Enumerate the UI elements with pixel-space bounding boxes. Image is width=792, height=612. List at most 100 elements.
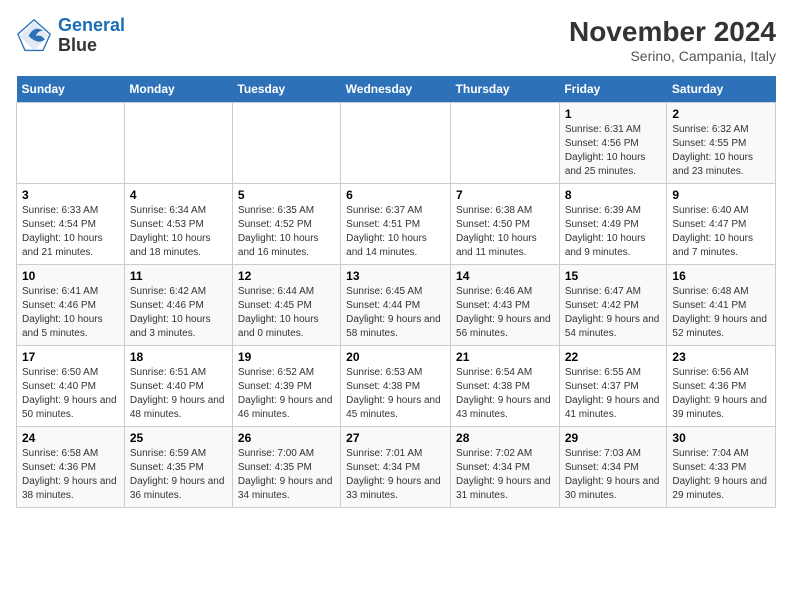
day-info: Sunrise: 6:40 AM Sunset: 4:47 PM Dayligh… — [672, 204, 770, 260]
day-number: 29 — [565, 431, 662, 445]
day-info: Sunrise: 6:41 AM Sunset: 4:46 PM Dayligh… — [22, 285, 119, 341]
calendar-cell: 2 Sunrise: 6:32 AM Sunset: 4:55 PM Daylig… — [667, 103, 776, 184]
day-info: Sunrise: 7:00 AM Sunset: 4:35 PM Dayligh… — [238, 447, 335, 503]
day-info: Sunrise: 6:45 AM Sunset: 4:44 PM Dayligh… — [346, 285, 445, 341]
day-info: Sunrise: 6:56 AM Sunset: 4:36 PM Dayligh… — [672, 366, 770, 422]
page-subtitle: Serino, Campania, Italy — [569, 48, 776, 64]
weekday-header-wednesday: Wednesday — [341, 76, 451, 103]
day-number: 12 — [238, 269, 335, 283]
calendar-table: SundayMondayTuesdayWednesdayThursdayFrid… — [16, 76, 776, 508]
day-number: 25 — [130, 431, 227, 445]
calendar-cell — [341, 103, 451, 184]
calendar-cell — [124, 103, 232, 184]
day-info: Sunrise: 6:55 AM Sunset: 4:37 PM Dayligh… — [565, 366, 662, 422]
calendar-cell: 18 Sunrise: 6:51 AM Sunset: 4:40 PM Dayli… — [124, 346, 232, 427]
logo-text: General Blue — [58, 16, 125, 56]
day-number: 3 — [22, 188, 119, 202]
weekday-header-friday: Friday — [559, 76, 667, 103]
day-info: Sunrise: 6:34 AM Sunset: 4:53 PM Dayligh… — [130, 204, 227, 260]
calendar-cell: 24Sunrise: 6:58 AM Sunset: 4:36 PM Dayli… — [17, 427, 125, 508]
day-info: Sunrise: 7:02 AM Sunset: 4:34 PM Dayligh… — [456, 447, 554, 503]
calendar-cell: 7Sunrise: 6:38 AM Sunset: 4:50 PM Daylig… — [451, 184, 560, 265]
calendar-cell: 1 Sunrise: 6:31 AM Sunset: 4:56 PM Daylig… — [559, 103, 667, 184]
day-number: 5 — [238, 188, 335, 202]
day-number: 18 — [130, 350, 227, 364]
day-number: 8 — [565, 188, 662, 202]
day-info: Sunrise: 6:39 AM Sunset: 4:49 PM Dayligh… — [565, 204, 662, 260]
day-info: Sunrise: 7:03 AM Sunset: 4:34 PM Dayligh… — [565, 447, 662, 503]
calendar-cell: 23Sunrise: 6:56 AM Sunset: 4:36 PM Dayli… — [667, 346, 776, 427]
logo: General Blue — [16, 16, 125, 56]
calendar-cell: 27Sunrise: 7:01 AM Sunset: 4:34 PM Dayli… — [341, 427, 451, 508]
calendar-cell: 14 Sunrise: 6:46 AM Sunset: 4:43 PM Dayli… — [451, 265, 560, 346]
calendar-week-1: 1 Sunrise: 6:31 AM Sunset: 4:56 PM Daylig… — [17, 103, 776, 184]
day-number: 2 — [672, 107, 770, 121]
day-info: Sunrise: 6:31 AM Sunset: 4:56 PM Dayligh… — [565, 123, 662, 179]
day-info: Sunrise: 7:04 AM Sunset: 4:33 PM Dayligh… — [672, 447, 770, 503]
calendar-week-4: 17 Sunrise: 6:50 AM Sunset: 4:40 PM Dayli… — [17, 346, 776, 427]
day-number: 28 — [456, 431, 554, 445]
day-number: 17 — [22, 350, 119, 364]
calendar-cell: 29 Sunrise: 7:03 AM Sunset: 4:34 PM Dayli… — [559, 427, 667, 508]
page-header: General Blue November 2024 Serino, Campa… — [16, 16, 776, 64]
day-info: Sunrise: 6:53 AM Sunset: 4:38 PM Dayligh… — [346, 366, 445, 422]
day-info: Sunrise: 6:47 AM Sunset: 4:42 PM Dayligh… — [565, 285, 662, 341]
day-number: 4 — [130, 188, 227, 202]
day-number: 13 — [346, 269, 445, 283]
day-number: 11 — [130, 269, 227, 283]
calendar-cell — [451, 103, 560, 184]
day-number: 22 — [565, 350, 662, 364]
calendar-header-row: SundayMondayTuesdayWednesdayThursdayFrid… — [17, 76, 776, 103]
calendar-cell: 12 Sunrise: 6:44 AM Sunset: 4:45 PM Dayli… — [232, 265, 340, 346]
day-info: Sunrise: 6:37 AM Sunset: 4:51 PM Dayligh… — [346, 204, 445, 260]
calendar-cell: 5 Sunrise: 6:35 AM Sunset: 4:52 PM Daylig… — [232, 184, 340, 265]
calendar-cell: 25Sunrise: 6:59 AM Sunset: 4:35 PM Dayli… — [124, 427, 232, 508]
day-info: Sunrise: 6:46 AM Sunset: 4:43 PM Dayligh… — [456, 285, 554, 341]
calendar-week-2: 3 Sunrise: 6:33 AM Sunset: 4:54 PM Daylig… — [17, 184, 776, 265]
day-number: 19 — [238, 350, 335, 364]
day-info: Sunrise: 6:52 AM Sunset: 4:39 PM Dayligh… — [238, 366, 335, 422]
weekday-header-saturday: Saturday — [667, 76, 776, 103]
calendar-cell: 10 Sunrise: 6:41 AM Sunset: 4:46 PM Dayli… — [17, 265, 125, 346]
weekday-header-thursday: Thursday — [451, 76, 560, 103]
calendar-cell: 22 Sunrise: 6:55 AM Sunset: 4:37 PM Dayli… — [559, 346, 667, 427]
day-number: 21 — [456, 350, 554, 364]
day-number: 16 — [672, 269, 770, 283]
day-number: 1 — [565, 107, 662, 121]
day-info: Sunrise: 6:48 AM Sunset: 4:41 PM Dayligh… — [672, 285, 770, 341]
day-info: Sunrise: 6:51 AM Sunset: 4:40 PM Dayligh… — [130, 366, 227, 422]
day-number: 6 — [346, 188, 445, 202]
day-info: Sunrise: 6:32 AM Sunset: 4:55 PM Dayligh… — [672, 123, 770, 179]
calendar-cell: 30 Sunrise: 7:04 AM Sunset: 4:33 PM Dayli… — [667, 427, 776, 508]
calendar-week-5: 24Sunrise: 6:58 AM Sunset: 4:36 PM Dayli… — [17, 427, 776, 508]
day-info: Sunrise: 6:50 AM Sunset: 4:40 PM Dayligh… — [22, 366, 119, 422]
day-number: 26 — [238, 431, 335, 445]
calendar-cell: 3 Sunrise: 6:33 AM Sunset: 4:54 PM Daylig… — [17, 184, 125, 265]
calendar-cell: 20 Sunrise: 6:53 AM Sunset: 4:38 PM Dayli… — [341, 346, 451, 427]
calendar-cell: 16 Sunrise: 6:48 AM Sunset: 4:41 PM Dayli… — [667, 265, 776, 346]
calendar-cell — [17, 103, 125, 184]
day-info: Sunrise: 6:33 AM Sunset: 4:54 PM Dayligh… — [22, 204, 119, 260]
calendar-cell: 19 Sunrise: 6:52 AM Sunset: 4:39 PM Dayli… — [232, 346, 340, 427]
calendar-cell: 6 Sunrise: 6:37 AM Sunset: 4:51 PM Daylig… — [341, 184, 451, 265]
day-number: 20 — [346, 350, 445, 364]
title-block: November 2024 Serino, Campania, Italy — [569, 16, 776, 64]
day-info: Sunrise: 6:35 AM Sunset: 4:52 PM Dayligh… — [238, 204, 335, 260]
day-info: Sunrise: 6:42 AM Sunset: 4:46 PM Dayligh… — [130, 285, 227, 341]
weekday-header-sunday: Sunday — [17, 76, 125, 103]
day-info: Sunrise: 6:54 AM Sunset: 4:38 PM Dayligh… — [456, 366, 554, 422]
day-number: 7 — [456, 188, 554, 202]
day-number: 14 — [456, 269, 554, 283]
day-info: Sunrise: 7:01 AM Sunset: 4:34 PM Dayligh… — [346, 447, 445, 503]
day-number: 9 — [672, 188, 770, 202]
calendar-cell: 13 Sunrise: 6:45 AM Sunset: 4:44 PM Dayli… — [341, 265, 451, 346]
calendar-week-3: 10 Sunrise: 6:41 AM Sunset: 4:46 PM Dayli… — [17, 265, 776, 346]
calendar-cell: 4 Sunrise: 6:34 AM Sunset: 4:53 PM Daylig… — [124, 184, 232, 265]
calendar-cell — [232, 103, 340, 184]
calendar-cell: 21 Sunrise: 6:54 AM Sunset: 4:38 PM Dayli… — [451, 346, 560, 427]
weekday-header-monday: Monday — [124, 76, 232, 103]
day-info: Sunrise: 6:44 AM Sunset: 4:45 PM Dayligh… — [238, 285, 335, 341]
day-info: Sunrise: 6:58 AM Sunset: 4:36 PM Dayligh… — [22, 447, 119, 503]
day-number: 30 — [672, 431, 770, 445]
day-number: 10 — [22, 269, 119, 283]
